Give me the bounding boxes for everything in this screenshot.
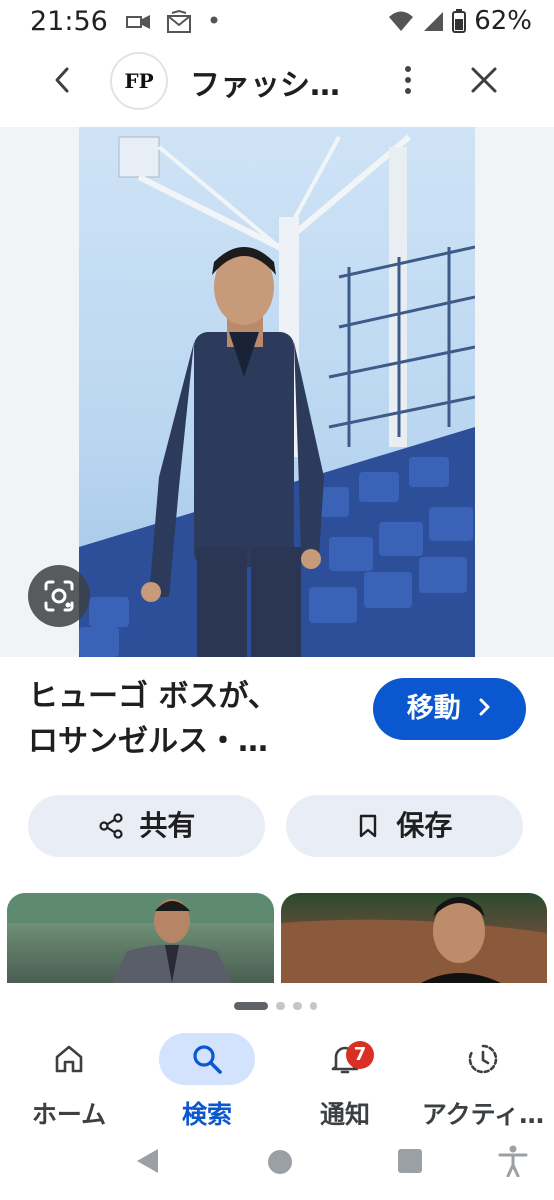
activity-icon bbox=[468, 1044, 498, 1074]
mail-icon bbox=[167, 10, 191, 33]
save-button[interactable]: 保存 bbox=[286, 795, 523, 857]
nav-notifications[interactable]: 通知 bbox=[276, 1027, 414, 1135]
bookmark-icon bbox=[359, 814, 376, 838]
system-navigation-bar bbox=[0, 1135, 554, 1200]
share-icon bbox=[99, 813, 123, 839]
close-icon bbox=[471, 67, 497, 93]
carousel-dot bbox=[276, 1002, 285, 1010]
lens-search-button[interactable] bbox=[28, 565, 90, 627]
dot-icon bbox=[210, 16, 218, 24]
caption-line-2: ロサンゼルス・… bbox=[28, 724, 268, 759]
search-icon bbox=[193, 1045, 222, 1074]
recents-square-icon[interactable] bbox=[397, 1148, 423, 1174]
carousel-dot bbox=[293, 1002, 302, 1010]
nav-activity[interactable]: アクティ… bbox=[414, 1027, 552, 1135]
nav-activity-label: アクティ… bbox=[421, 1100, 545, 1129]
home-circle-icon[interactable] bbox=[266, 1148, 294, 1176]
result-image[interactable] bbox=[79, 127, 475, 657]
nav-search-label: 検索 bbox=[181, 1100, 232, 1129]
share-button[interactable]: 共有 bbox=[28, 795, 265, 857]
nav-notifications-label: 通知 bbox=[319, 1100, 370, 1129]
related-photo-1 bbox=[7, 893, 274, 983]
site-title[interactable]: ファッシ… bbox=[190, 60, 340, 104]
site-favicon: FP bbox=[110, 52, 168, 110]
back-triangle-icon[interactable] bbox=[134, 1147, 160, 1175]
more-vert-icon bbox=[405, 66, 411, 72]
home-icon bbox=[55, 1045, 83, 1073]
share-label: 共有 bbox=[139, 809, 196, 842]
battery-percent: 62% bbox=[474, 6, 532, 36]
carousel-dot-active bbox=[234, 1002, 268, 1010]
battery-icon bbox=[452, 9, 467, 33]
notification-badge: 7 bbox=[346, 1041, 374, 1069]
wifi-icon bbox=[389, 11, 414, 31]
nav-home[interactable]: ホーム bbox=[0, 1027, 138, 1135]
caption-line-1: ヒューゴ ボスが、 bbox=[28, 679, 278, 714]
signal-icon bbox=[424, 12, 444, 31]
save-label: 保存 bbox=[396, 809, 453, 842]
visit-button[interactable]: 移動 bbox=[373, 678, 526, 740]
related-photo-2 bbox=[281, 897, 547, 983]
chevron-right-icon bbox=[479, 698, 490, 716]
related-image-2[interactable] bbox=[281, 893, 547, 983]
close-button[interactable] bbox=[470, 60, 498, 103]
back-button[interactable] bbox=[45, 62, 81, 98]
google-lens-icon bbox=[44, 580, 74, 612]
carousel-dot bbox=[310, 1002, 317, 1010]
related-image-1[interactable] bbox=[7, 893, 274, 983]
stadium-photo bbox=[79, 134, 475, 657]
accessibility-icon[interactable] bbox=[498, 1145, 528, 1177]
status-time: 21:56 bbox=[30, 6, 108, 37]
nav-search[interactable]: 検索 bbox=[138, 1027, 276, 1135]
arrow-left-icon bbox=[55, 67, 69, 93]
nav-home-label: ホーム bbox=[31, 1100, 107, 1129]
cast-icon bbox=[126, 15, 150, 29]
status-bar: 21:56 62% bbox=[0, 0, 554, 44]
visit-label: 移動 bbox=[406, 693, 461, 724]
result-caption[interactable]: ヒューゴ ボスが、 ロサンゼルス・… bbox=[28, 674, 358, 764]
carousel-indicator bbox=[234, 1002, 324, 1012]
more-options-button[interactable] bbox=[394, 62, 422, 98]
lens-top-bar: FP ファッシ… bbox=[0, 44, 554, 124]
bottom-navigation: ホーム 検索 通知 アクティ… bbox=[0, 1027, 554, 1135]
